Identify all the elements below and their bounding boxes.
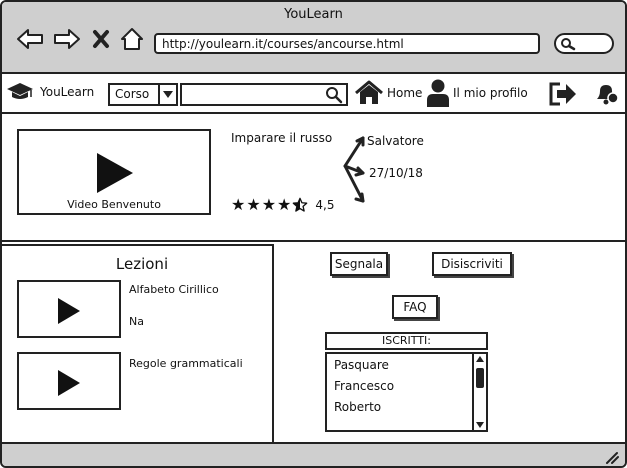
- nav-profile-link[interactable]: Il mio profilo: [426, 78, 528, 108]
- search-icon[interactable]: [325, 86, 343, 104]
- course-header: Video Benvenuto Imparare il russo Salvat…: [2, 115, 625, 242]
- status-bar: [2, 442, 625, 466]
- search-input[interactable]: [180, 83, 348, 106]
- scroll-down-icon[interactable]: [476, 422, 484, 428]
- scrollbar-thumb[interactable]: [476, 368, 484, 388]
- browser-search-field[interactable]: [554, 33, 614, 54]
- course-title: Imparare il russo: [231, 131, 333, 145]
- chevron-down-icon: [160, 85, 176, 104]
- lesson-subtitle: Na: [129, 315, 144, 328]
- list-item[interactable]: Pasquare: [334, 358, 389, 372]
- logout-icon[interactable]: [548, 81, 578, 107]
- play-icon[interactable]: [95, 151, 135, 195]
- back-arrow-icon[interactable]: [16, 26, 44, 52]
- lessons-title: Lezioni: [115, 255, 169, 273]
- graduation-cap-icon: [7, 83, 33, 99]
- resize-grip-icon[interactable]: [603, 450, 619, 464]
- scroll-up-icon[interactable]: [476, 356, 484, 362]
- unsubscribe-button[interactable]: Disiscriviti: [432, 252, 512, 276]
- forward-arrow-icon[interactable]: [53, 26, 81, 52]
- nav-home-link[interactable]: Home: [354, 80, 422, 106]
- subscribers-list[interactable]: Pasquare Francesco Roberto: [325, 352, 488, 432]
- list-item[interactable]: Francesco: [334, 379, 394, 393]
- home-icon: [355, 80, 383, 104]
- list-item[interactable]: Roberto: [334, 400, 381, 414]
- lesson-video-thumb[interactable]: [17, 352, 121, 410]
- star-icon: ★: [246, 195, 261, 214]
- close-x-icon[interactable]: [90, 26, 112, 52]
- lesson-video-thumb[interactable]: [17, 280, 121, 338]
- play-icon[interactable]: [56, 296, 82, 326]
- rating-value: 4,5: [315, 198, 335, 212]
- notification-bell-icon[interactable]: [594, 82, 620, 106]
- half-star-icon: [293, 197, 308, 212]
- category-select[interactable]: Corso: [108, 83, 178, 106]
- brand-name: YouLearn: [40, 85, 95, 99]
- star-icon: ★: [277, 195, 292, 214]
- play-icon[interactable]: [56, 368, 82, 398]
- browser-chrome: YouLearn http://youlearn.it/courses/anco…: [2, 2, 625, 74]
- lesson-title[interactable]: Regole grammaticali: [129, 357, 243, 370]
- connector-arrows-icon: [343, 136, 365, 203]
- window-title: YouLearn: [284, 7, 343, 22]
- nav-profile-label: Il mio profilo: [453, 86, 528, 100]
- lesson-title[interactable]: Alfabeto Cirillico: [129, 283, 219, 296]
- star-icon: ★: [261, 195, 277, 214]
- home-outline-icon[interactable]: [118, 26, 146, 52]
- app-navbar: YouLearn Corso Home Il mio profilo: [2, 74, 625, 114]
- star-icon: ★: [231, 195, 246, 214]
- faq-button[interactable]: FAQ: [392, 295, 438, 319]
- scrollbar[interactable]: [472, 354, 486, 430]
- welcome-video-caption: Video Benvenuto: [67, 198, 161, 211]
- address-bar[interactable]: http://youlearn.it/courses/ancourse.html: [154, 33, 540, 54]
- user-icon: [427, 79, 449, 107]
- subscribers-header: ISCRITTI:: [325, 332, 488, 350]
- report-button[interactable]: Segnala: [330, 252, 388, 276]
- course-rating: ★ ★ ★ ★ 4,5: [231, 197, 334, 213]
- course-date: 27/10/18: [369, 166, 423, 180]
- welcome-video[interactable]: Video Benvenuto: [17, 129, 211, 215]
- lessons-panel: Lezioni Alfabeto Cirillico Na Regole gra…: [2, 244, 274, 444]
- browser-window: YouLearn http://youlearn.it/courses/anco…: [0, 0, 627, 468]
- brand[interactable]: YouLearn: [6, 82, 94, 102]
- category-select-value: Corso: [110, 85, 160, 104]
- search-icon: [561, 38, 576, 51]
- course-author: Salvatore: [367, 134, 424, 148]
- nav-home-label: Home: [387, 86, 423, 100]
